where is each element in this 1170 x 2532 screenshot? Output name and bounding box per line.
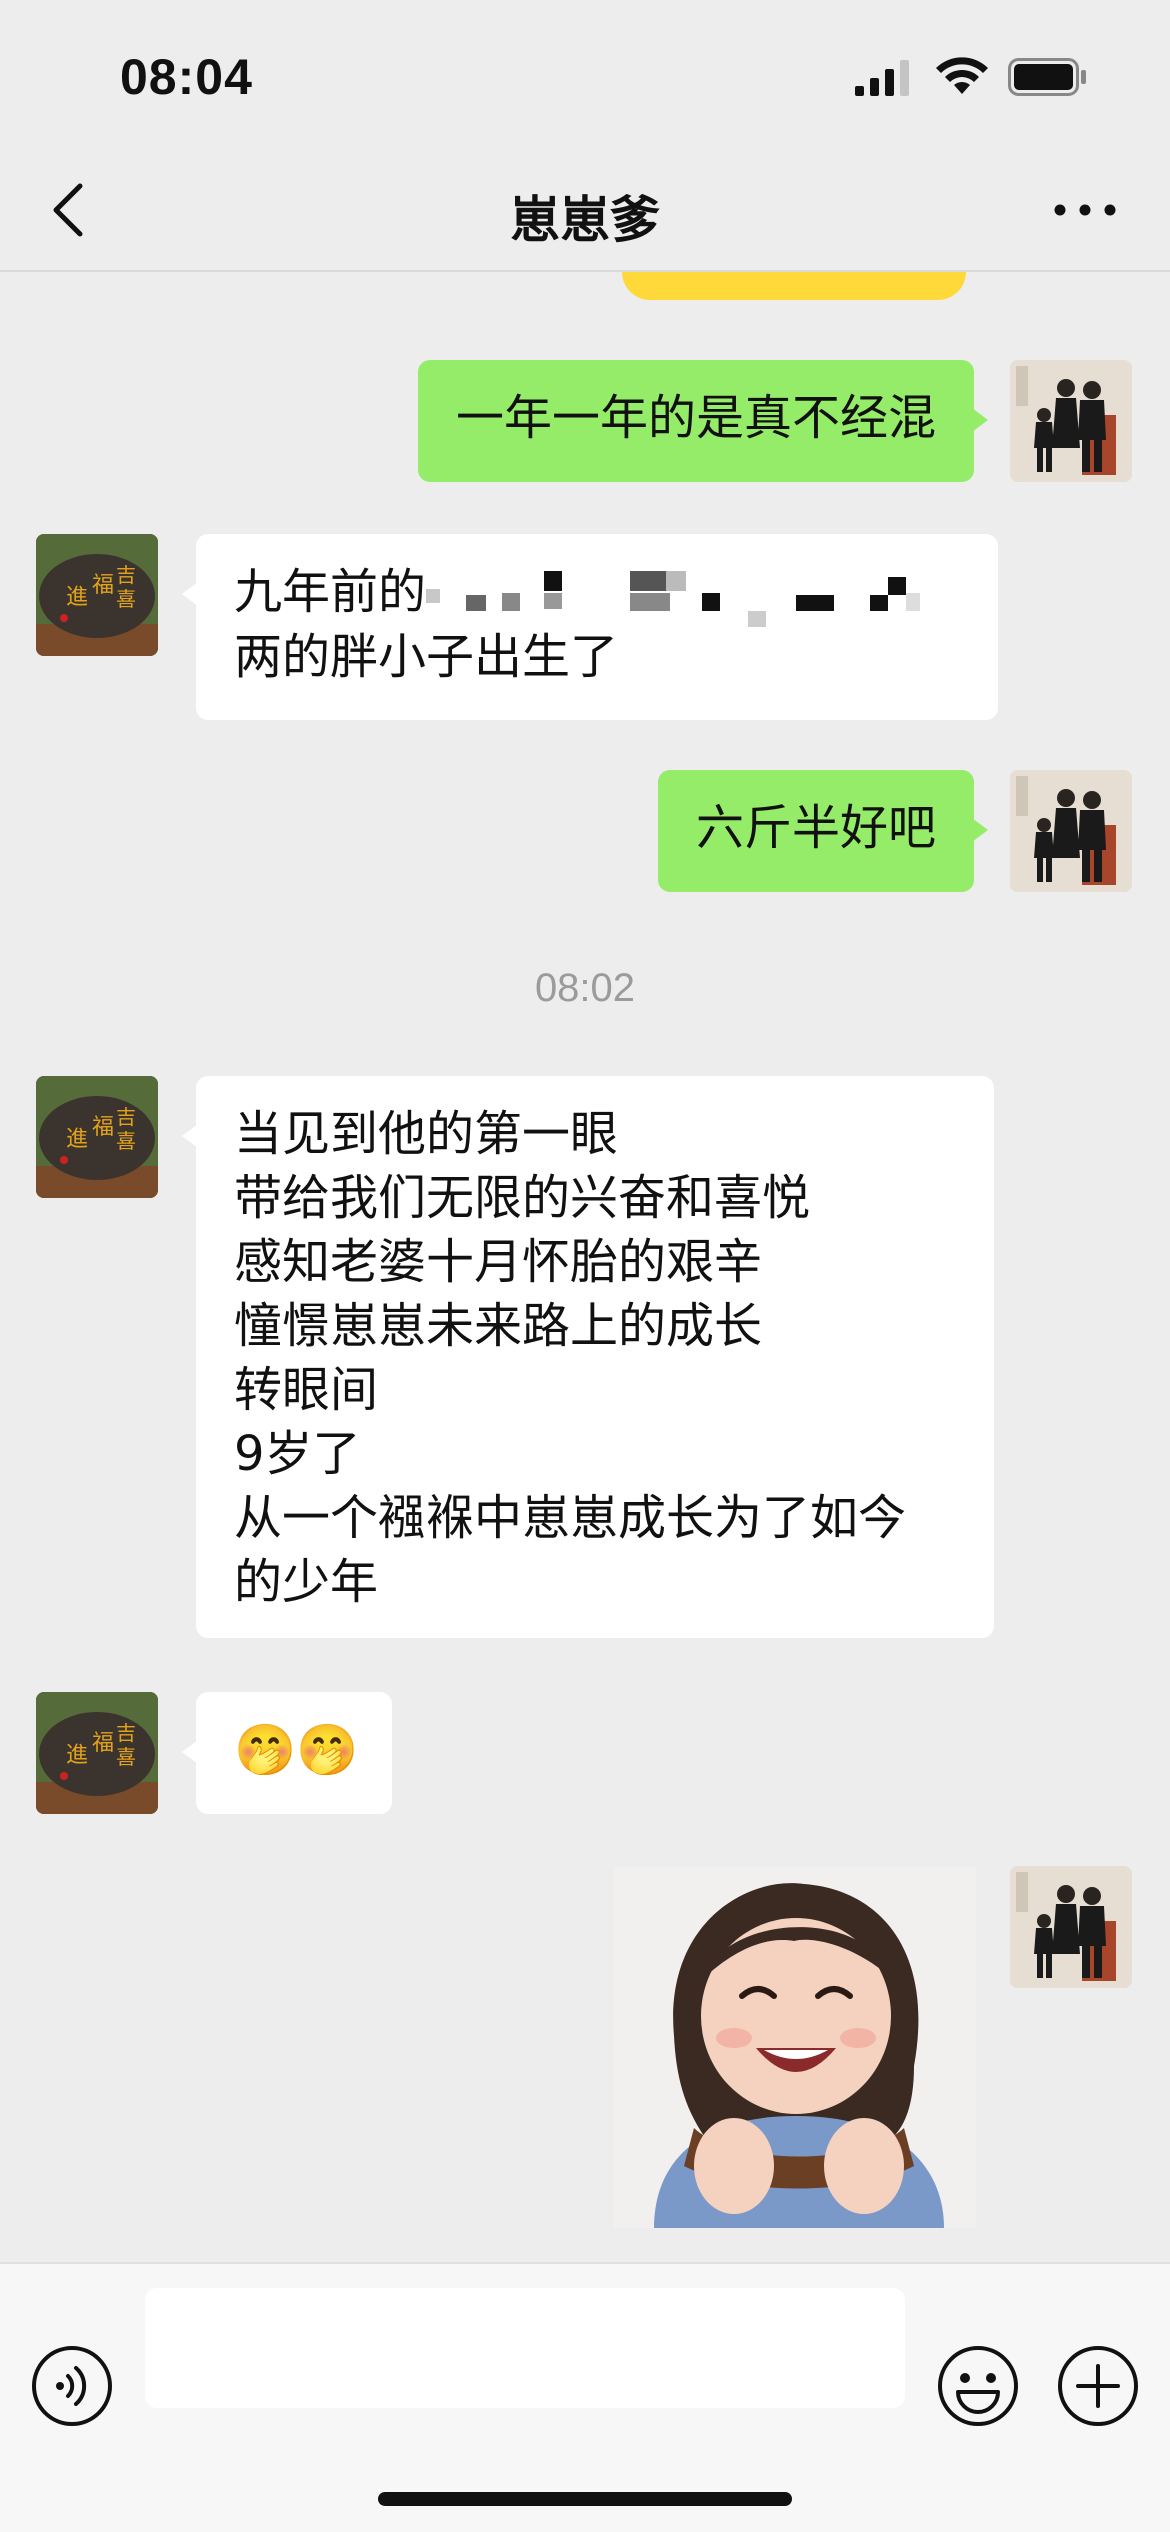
status-bar: 08:04 — [0, 0, 1170, 150]
partial-sticker-image[interactable] — [622, 272, 966, 300]
svg-text:喜: 喜 — [116, 587, 136, 611]
svg-text:進: 進 — [66, 1743, 88, 1768]
svg-text:福: 福 — [92, 573, 114, 598]
child-photo-icon — [614, 1866, 976, 2228]
my-avatar[interactable] — [1010, 1866, 1132, 1988]
message-text: 两的胖小子出生了 — [234, 629, 619, 685]
message-text: 9岁了 — [234, 1426, 361, 1482]
stone-carving-icon: 進 福 吉 喜 — [36, 534, 158, 656]
family-photo-icon — [1010, 360, 1132, 482]
my-avatar[interactable] — [1010, 360, 1132, 482]
more-options-icon[interactable] — [1050, 190, 1120, 230]
svg-text:進: 進 — [66, 1127, 88, 1152]
svg-text:吉: 吉 — [116, 1105, 136, 1129]
stone-carving-icon: 進 福 吉 喜 — [36, 1076, 158, 1198]
cellular-signal-icon — [855, 60, 909, 96]
my-avatar[interactable] — [1010, 770, 1132, 892]
message-text: 当见到他的第一眼 — [234, 1106, 619, 1162]
message-text: 六斤半好吧 — [695, 800, 936, 856]
stone-carving-icon: 進 福 吉 喜 — [36, 1692, 158, 1814]
svg-text:福: 福 — [92, 1731, 114, 1756]
svg-text:福: 福 — [92, 1115, 114, 1140]
redacted-text-mosaic — [426, 565, 946, 627]
message-text: 带给我们无限的兴奋和喜悦 — [234, 1170, 811, 1226]
nav-bar: 崽崽爹 — [0, 150, 1170, 272]
svg-text:吉: 吉 — [116, 563, 136, 587]
svg-text:喜: 喜 — [116, 1129, 136, 1153]
incoming-message-bubble[interactable]: 🤭🤭 — [182, 1692, 392, 1814]
message-text: 从一个襁褓中崽崽成长为了如今 — [234, 1490, 907, 1546]
message-text: 九年前的 — [234, 564, 427, 620]
message-text: 转眼间 — [234, 1362, 379, 1418]
contact-avatar[interactable]: 進 福 吉 喜 — [36, 1076, 158, 1198]
wifi-icon — [936, 57, 988, 94]
contact-avatar[interactable]: 進 福 吉 喜 — [36, 1692, 158, 1814]
status-time: 08:04 — [120, 49, 253, 105]
chat-title: 崽崽爹 — [510, 192, 660, 248]
emoji-icon[interactable] — [936, 2344, 1020, 2428]
svg-text:吉: 吉 — [116, 1721, 136, 1745]
chat-message-list[interactable]: 一年一年的是真不经混 進 福 吉 喜 九年前的 两的胖小子出生了 六斤半好吧 0… — [0, 272, 1170, 2262]
outgoing-message-bubble[interactable]: 六斤半好吧 — [657, 770, 989, 892]
family-photo-icon — [1010, 770, 1132, 892]
message-text-line: 九年前的 — [234, 560, 960, 627]
message-text: 憧憬崽崽未来路上的成长 — [234, 1298, 763, 1354]
smiling-child-sticker[interactable] — [614, 1866, 976, 2228]
plus-icon[interactable] — [1056, 2344, 1140, 2428]
home-indicator[interactable] — [378, 2492, 792, 2506]
voice-input-icon[interactable] — [30, 2344, 114, 2428]
message-timestamp: 08:02 — [534, 966, 636, 1010]
contact-avatar[interactable]: 進 福 吉 喜 — [36, 534, 158, 656]
incoming-message-bubble[interactable]: 九年前的 两的胖小子出生了 — [182, 534, 998, 720]
message-text: 一年一年的是真不经混 — [455, 390, 936, 446]
message-text: 的少年 — [234, 1554, 379, 1610]
message-input[interactable] — [145, 2288, 905, 2408]
svg-text:喜: 喜 — [116, 1745, 136, 1769]
svg-text:進: 進 — [66, 585, 88, 610]
message-text: 感知老婆十月怀胎的艰辛 — [234, 1234, 763, 1290]
battery-icon — [1008, 58, 1086, 96]
emoji-text: 🤭🤭 — [234, 1721, 359, 1779]
incoming-message-bubble[interactable]: 当见到他的第一眼 带给我们无限的兴奋和喜悦 感知老婆十月怀胎的艰辛 憧憬崽崽未来… — [182, 1076, 994, 1638]
family-photo-icon — [1010, 1866, 1132, 1988]
outgoing-message-bubble[interactable]: 一年一年的是真不经混 — [417, 360, 989, 482]
